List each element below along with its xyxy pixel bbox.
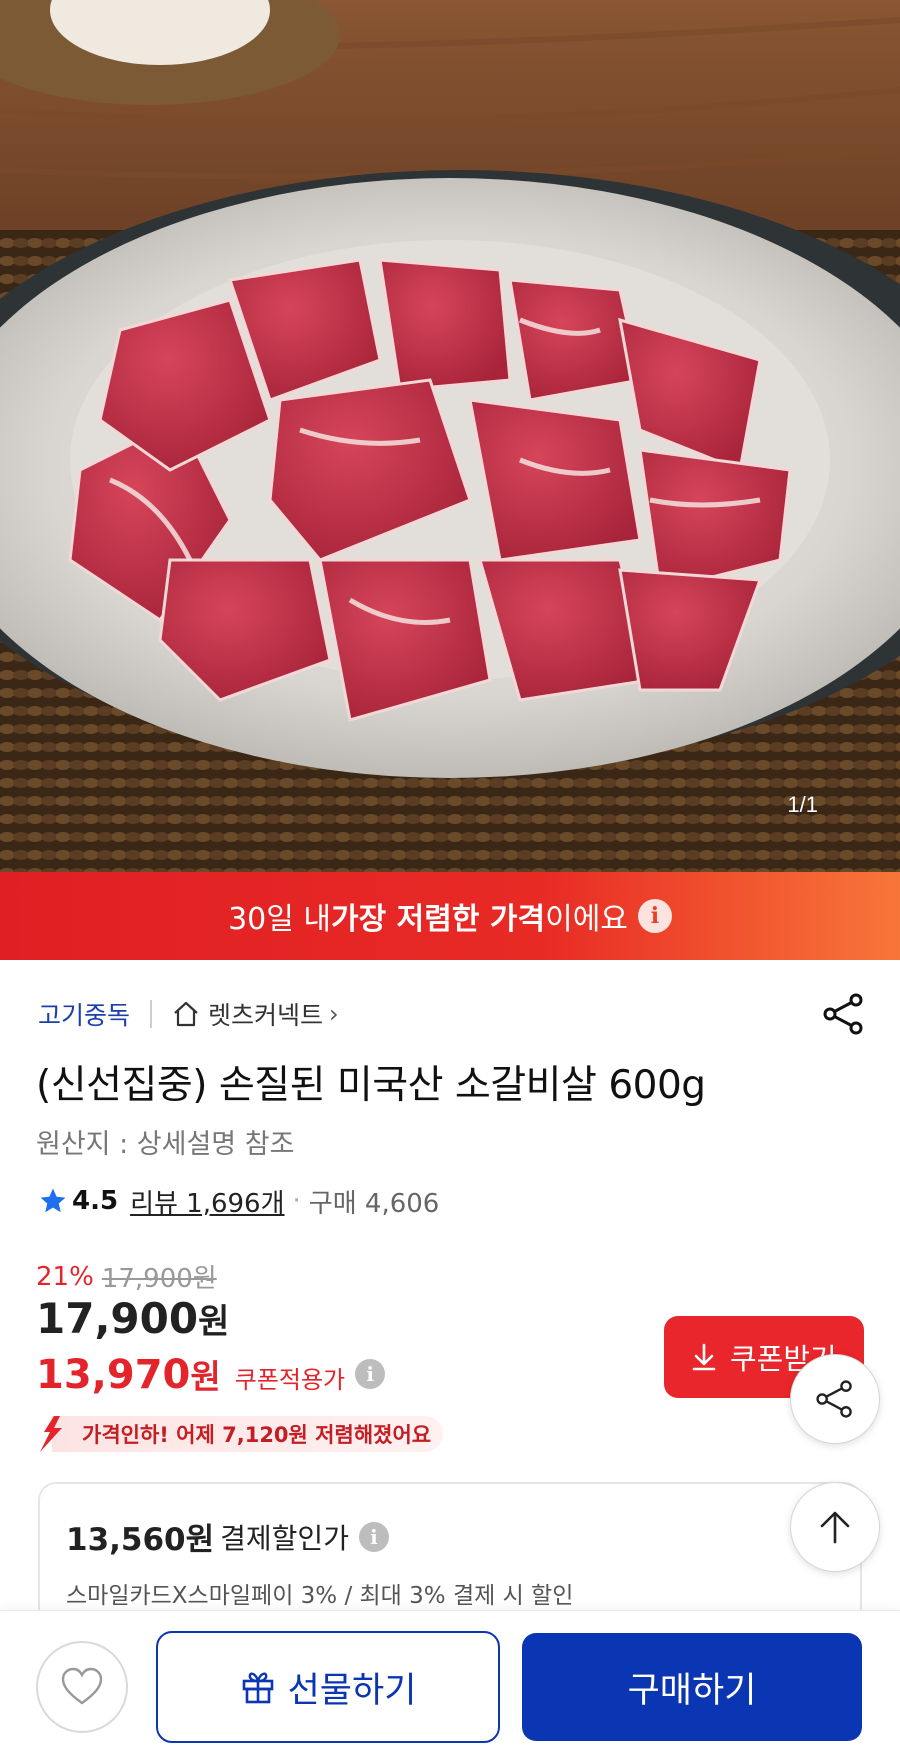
rating-score: 4.5: [72, 1186, 119, 1216]
sale-price: 17,900원: [36, 1294, 229, 1343]
scroll-to-top-button[interactable]: [790, 1482, 880, 1572]
product-photo: [0, 0, 900, 872]
share-icon: [823, 993, 863, 1035]
gift-button[interactable]: 선물하기: [156, 1631, 500, 1743]
bottom-action-bar: 선물하기 구매하기: [0, 1610, 900, 1760]
coupon-price-label: 쿠폰적용가: [234, 1365, 346, 1394]
seller-row: 고기중독 렛츠커넥트 ›: [38, 994, 339, 1034]
original-price: 17,900원: [101, 1264, 217, 1294]
sale-price-number: 17,900: [36, 1294, 199, 1343]
coupon-price: 13,970원: [36, 1350, 221, 1398]
info-icon[interactable]: i: [355, 1359, 386, 1389]
sale-price-unit: 원: [198, 1302, 230, 1342]
wishlist-button[interactable]: [36, 1641, 128, 1733]
gift-icon: [242, 1672, 273, 1704]
heart-icon: [61, 1667, 103, 1705]
coupon-price-row: 13,970원 쿠폰적용가 i: [36, 1350, 386, 1398]
banner-text-bold: 가장 저렴한 가격: [331, 902, 546, 937]
star-icon: [40, 1188, 66, 1213]
reviews-link[interactable]: 리뷰 1,696개: [130, 1183, 284, 1220]
coupon-price-unit: 원: [190, 1357, 221, 1396]
gift-label: 선물하기: [287, 1670, 417, 1711]
share-button[interactable]: [820, 990, 868, 1038]
purchase-count: 구매 4,606: [308, 1188, 440, 1219]
origin-info: 원산지 : 상세설명 참조: [36, 1129, 295, 1160]
info-icon[interactable]: i: [358, 1521, 389, 1552]
price-drop-text: 가격인하! 어제 7,120원 저렴해졌어요: [52, 1416, 444, 1452]
store-name: 렛츠커넥트: [208, 1001, 324, 1030]
payment-label: 결제할인가: [220, 1521, 349, 1555]
divider: [150, 1000, 153, 1028]
product-image[interactable]: 1/1: [0, 0, 900, 872]
discount-percent: 21%: [36, 1261, 94, 1292]
lowest-price-banner[interactable]: 30일 내 가장 저렴한 가격 이에요 i: [0, 872, 900, 960]
payment-amount: 13,560원: [66, 1522, 215, 1558]
brand-link[interactable]: 고기중독: [38, 996, 130, 1032]
coupon-price-number: 13,970: [36, 1352, 191, 1398]
arrow-up-icon: [820, 1511, 850, 1544]
buy-button[interactable]: 구매하기: [522, 1633, 862, 1741]
image-counter: 1/1: [787, 792, 818, 817]
discount-row: 21% 17,900원: [36, 1258, 217, 1295]
price-drop-badge: 가격인하! 어제 7,120원 저렴해졌어요: [36, 1414, 444, 1454]
banner-text-pre: 30일 내: [228, 902, 331, 937]
price-down-arrow-icon: [40, 1416, 62, 1452]
banner-text-post: 이에요: [545, 902, 628, 937]
payment-price-row: 13,560원 결제할인가 i: [66, 1514, 389, 1559]
info-icon[interactable]: i: [637, 899, 672, 933]
share-icon: [816, 1380, 852, 1418]
payment-description: 스마일카드X스마일페이 3% / 최대 3% 결제 시 할인: [66, 1583, 574, 1609]
product-title: (신선집중) 손질된 미국산 소갈비살 600g: [36, 1063, 706, 1108]
chevron-right-icon: ›: [329, 1000, 339, 1028]
home-icon: [174, 1001, 198, 1027]
separator-dot: ·: [292, 1186, 301, 1216]
download-icon: [692, 1343, 716, 1371]
store-link[interactable]: 렛츠커넥트 ›: [172, 996, 339, 1032]
rating-row: 4.5 리뷰 1,696개 · 구매 4,606: [38, 1182, 439, 1220]
floating-share-button[interactable]: [790, 1354, 880, 1444]
payment-discount-card[interactable]: 13,560원 결제할인가 i 스마일카드X스마일페이 3% / 최대 3% 결…: [38, 1482, 862, 1622]
